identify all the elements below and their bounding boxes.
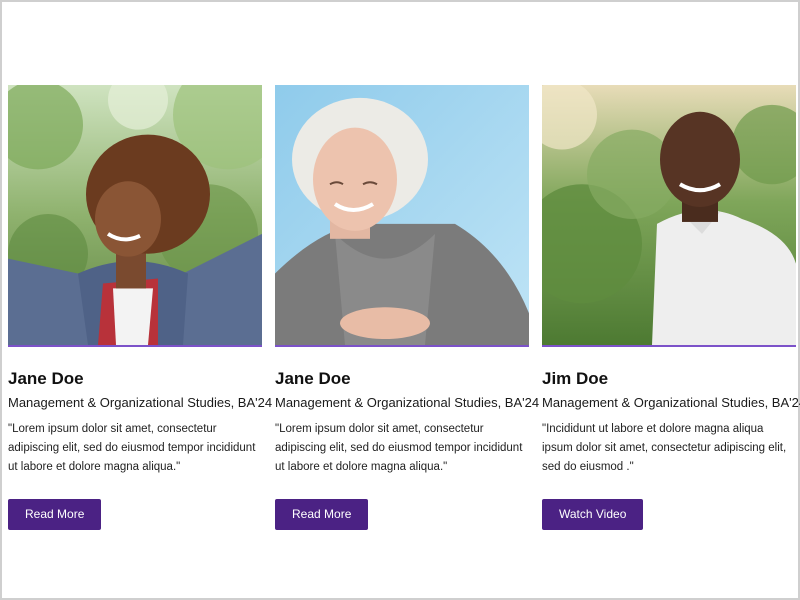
testimonial-quote: "Lorem ipsum dolor sit amet, consectetur… <box>275 423 523 473</box>
testimonial-card: Jim Doe Management & Organizational Stud… <box>542 85 800 530</box>
person-program: Management & Organizational Studies, BA'… <box>8 395 273 410</box>
person-name: Jane Doe <box>8 369 84 388</box>
testimonial-photo <box>542 85 796 347</box>
photo-man-white-polo <box>542 85 796 345</box>
testimonial-card: Jane Doe Management & Organizational Stu… <box>275 85 540 530</box>
photo-woman-arms-outstretched <box>8 85 262 345</box>
person-name: Jim Doe <box>542 369 609 388</box>
watch-video-button[interactable]: Watch Video <box>542 499 644 530</box>
testimonial-photo <box>8 85 262 347</box>
page-frame: Jane Doe Management & Organizational Stu… <box>0 0 800 600</box>
person-name: Jane Doe <box>275 369 351 388</box>
testimonial-quote: "Lorem ipsum dolor sit amet, consectetur… <box>8 423 256 473</box>
person-program: Management & Organizational Studies, BA'… <box>275 395 540 410</box>
testimonial-quote: "Incididunt ut labore et dolore magna al… <box>542 423 787 473</box>
person-program: Management & Organizational Studies, BA'… <box>542 395 800 410</box>
testimonial-photo <box>275 85 529 347</box>
read-more-button[interactable]: Read More <box>8 499 102 530</box>
testimonial-card: Jane Doe Management & Organizational Stu… <box>8 85 273 530</box>
photo-older-woman <box>275 85 529 345</box>
read-more-button[interactable]: Read More <box>275 499 369 530</box>
